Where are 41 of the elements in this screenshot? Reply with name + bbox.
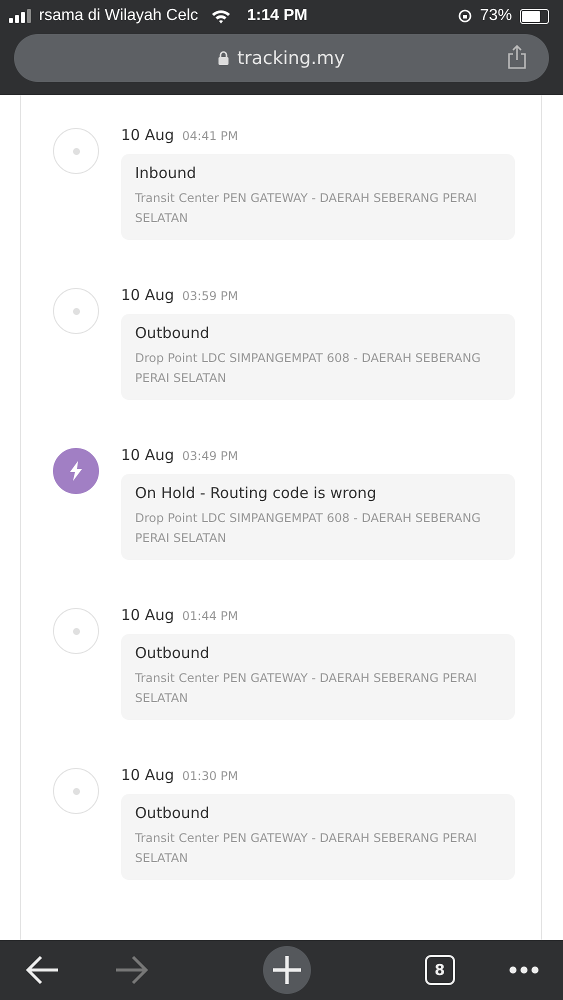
- event-title: Outbound: [135, 644, 210, 662]
- event-location: Transit Center PEN GATEWAY - DAERAH SEBERANG PERAI SELATAN: [135, 670, 478, 707]
- wifi-icon: [211, 8, 231, 24]
- battery-percent: 73%: [480, 7, 512, 25]
- signal-icon: [9, 9, 31, 23]
- share-icon[interactable]: [507, 45, 527, 69]
- event-date: 10 Aug: [121, 446, 174, 464]
- event-title: Inbound: [135, 164, 198, 182]
- lock-icon: [218, 51, 230, 65]
- bolt-marker-icon: [53, 448, 99, 494]
- event-time: 01:30 PM: [182, 769, 238, 783]
- more-icon[interactable]: [509, 966, 539, 974]
- event-time: 03:59 PM: [182, 289, 238, 303]
- event-time: 04:41 PM: [182, 129, 238, 143]
- carrier-name: rsama di Wilayah Celc: [39, 7, 200, 25]
- clock-time: 1:14 PM: [247, 7, 308, 25]
- new-tab-button[interactable]: [262, 946, 310, 994]
- event-date: 10 Aug: [121, 606, 174, 624]
- event-date: 10 Aug: [121, 766, 174, 784]
- event-location: Drop Point LDC SIMPANGEMPAT 608 - DAERAH SEBERANG PERAI SELATAN: [135, 510, 482, 547]
- timeline-dot-icon: [53, 768, 99, 814]
- event-location: Transit Center PEN GATEWAY - DAERAH SEBERANG PERAI SELATAN: [135, 830, 478, 867]
- event-date: 10 Aug: [121, 126, 174, 144]
- battery-icon: [520, 8, 549, 24]
- event-title: Outbound: [135, 324, 210, 342]
- event-location: Drop Point LDC SIMPANGEMPAT 608 - DAERAH SEBERANG PERAI SELATAN: [135, 350, 482, 387]
- event-time: 01:44 PM: [182, 609, 238, 623]
- address-bar[interactable]: tracking.my: [14, 34, 549, 82]
- timeline-dot-icon: [53, 128, 99, 174]
- rotation-lock-icon: [458, 9, 472, 23]
- url-text: tracking.my: [237, 48, 345, 68]
- back-icon[interactable]: [26, 955, 60, 985]
- event-time: 03:49 PM: [182, 449, 238, 463]
- event-location: Transit Center PEN GATEWAY - DAERAH SEBERANG PERAI SELATAN: [135, 190, 478, 227]
- event-title: On Hold - Routing code is wrong: [135, 484, 378, 502]
- timeline-dot-icon: [53, 608, 99, 654]
- tab-count-button[interactable]: 8: [424, 955, 455, 985]
- timeline-dot-icon: [53, 288, 99, 334]
- event-title: Outbound: [135, 804, 210, 822]
- forward-icon[interactable]: [114, 955, 148, 985]
- event-date: 10 Aug: [121, 286, 174, 304]
